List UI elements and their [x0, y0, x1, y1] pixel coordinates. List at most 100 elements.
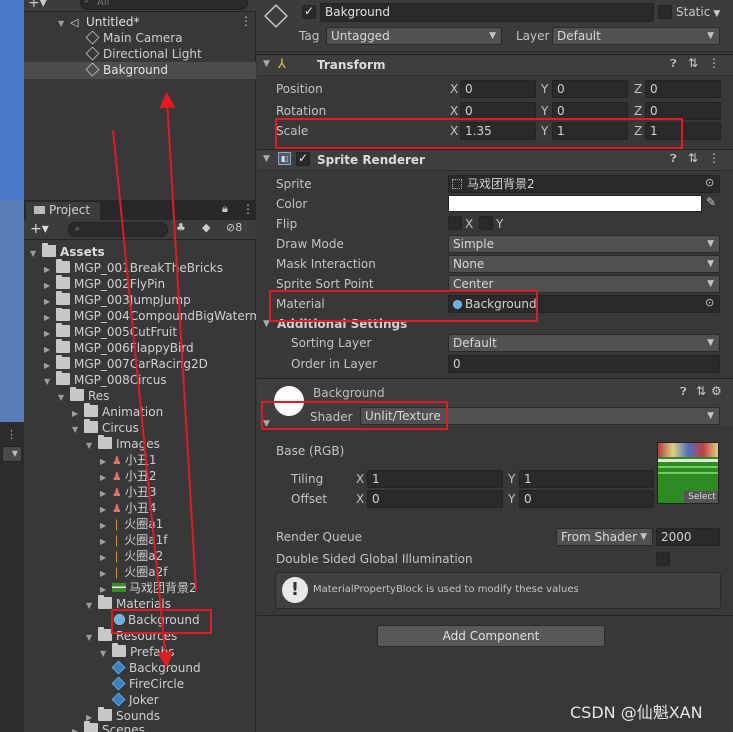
- position-x-field[interactable]: 0: [460, 80, 536, 98]
- object-picker-icon[interactable]: ⊙: [705, 176, 714, 189]
- sprite-sort-point-dropdown[interactable]: Center ▼: [448, 275, 720, 293]
- folder-row[interactable]: ▶ MGP_003JumpJump: [44, 291, 191, 308]
- material-object-field[interactable]: Background: [448, 295, 720, 313]
- image-asset-row[interactable]: ▶ ❘ 火圈a2: [100, 548, 163, 564]
- image-asset-row[interactable]: ▶ 马戏团背景2: [100, 580, 197, 596]
- folder-row[interactable]: ▶ MGP_005CutFruit: [44, 323, 177, 340]
- static-checkbox[interactable]: [658, 5, 672, 19]
- scene-menu-icon[interactable]: ⋮: [240, 14, 252, 28]
- folder-row[interactable]: ▶ Animation: [72, 403, 163, 420]
- preset-icon[interactable]: ⇅: [688, 151, 698, 165]
- prefab-asset-row[interactable]: Joker: [111, 692, 159, 708]
- flip-x-checkbox[interactable]: [448, 216, 462, 230]
- folder-row[interactable]: ▼ Circus: [72, 419, 139, 436]
- preset-icon[interactable]: ⇅: [688, 56, 698, 70]
- mask-interaction-dropdown[interactable]: None ▼: [448, 255, 720, 273]
- additional-settings-foldout[interactable]: Additional Settings: [277, 316, 407, 332]
- folder-row[interactable]: ▼ Resources: [86, 627, 177, 644]
- project-tab[interactable]: Project: [26, 202, 100, 220]
- scale-z-field[interactable]: 1: [645, 122, 721, 140]
- object-name-field[interactable]: Bakground: [320, 3, 654, 22]
- gear-icon[interactable]: ⚙: [711, 384, 722, 398]
- object-picker-icon[interactable]: ⊙: [705, 296, 714, 309]
- image-asset-row[interactable]: ▶ ❘ 火圈a1: [100, 516, 163, 532]
- project-search-input[interactable]: ⌕: [68, 222, 168, 237]
- expand-down-icon: ▼: [100, 649, 107, 658]
- component-menu-icon[interactable]: ⋮: [708, 56, 720, 70]
- texture-select-button[interactable]: Select: [684, 491, 718, 503]
- layer-dropdown[interactable]: Default ▼: [552, 27, 720, 45]
- image-asset-row[interactable]: ▶ ♟ 小丑4: [100, 500, 157, 516]
- filter-label-icon[interactable]: ◆: [202, 221, 210, 234]
- sprite-renderer-enabled-checkbox[interactable]: [296, 151, 310, 166]
- base-texture-thumbnail[interactable]: Select: [657, 442, 719, 504]
- hidden-packages-icon[interactable]: ⊘8: [226, 221, 242, 234]
- console-dropdown[interactable]: ▼: [2, 446, 22, 462]
- prefab-asset-row[interactable]: FireCircle: [111, 676, 184, 692]
- assets-root[interactable]: ▼ Assets: [30, 243, 105, 260]
- position-y-field[interactable]: 0: [552, 80, 628, 98]
- project-add-button[interactable]: +▾: [30, 220, 49, 238]
- image-asset-row[interactable]: ▶ ♟ 小丑3: [100, 484, 157, 500]
- double-sided-gi-checkbox[interactable]: [656, 552, 670, 566]
- rotation-x-field[interactable]: 0: [460, 102, 536, 120]
- rotation-y-field[interactable]: 0: [552, 102, 628, 120]
- scene-root-row[interactable]: ▼ ◁ Untitled*: [58, 14, 256, 30]
- folder-row[interactable]: ▼ MGP_008Circus: [44, 371, 167, 388]
- image-asset-row[interactable]: ▶ ♟ 小丑2: [100, 468, 157, 484]
- offset-y-field[interactable]: 0: [519, 490, 654, 508]
- folder-row[interactable]: ▶ MGP_002FlyPin: [44, 275, 165, 292]
- active-checkbox[interactable]: [302, 4, 316, 19]
- material-asset-row[interactable]: Background: [114, 612, 200, 628]
- help-icon[interactable]: ❓︎: [670, 57, 677, 71]
- offset-x-field[interactable]: 0: [367, 490, 503, 508]
- color-swatch[interactable]: [448, 195, 702, 212]
- field-value: 1: [557, 124, 565, 138]
- x-axis-label: X: [450, 124, 459, 138]
- console-menu-icon[interactable]: ⋮: [6, 428, 17, 441]
- render-queue-dropdown[interactable]: From Shader ▼: [556, 528, 653, 546]
- folder-row[interactable]: ▼ Prefabs: [100, 643, 175, 660]
- eyedropper-icon[interactable]: ✎: [706, 195, 716, 209]
- lock-icon[interactable]: 🔒︎: [222, 202, 228, 216]
- folder-row[interactable]: ▼ Res: [58, 387, 109, 404]
- folder-row[interactable]: ▶ MGP_001BreakTheBricks: [44, 259, 223, 276]
- filter-type-icon[interactable]: ♣: [176, 221, 186, 234]
- help-icon[interactable]: ❓︎: [680, 385, 687, 399]
- tiling-y-field[interactable]: 1: [519, 470, 654, 488]
- scale-y-field[interactable]: 1: [552, 122, 628, 140]
- flip-y-checkbox[interactable]: [479, 216, 493, 230]
- hierarchy-item-main-camera[interactable]: Main Camera: [85, 30, 183, 46]
- tag-dropdown[interactable]: Untagged ▼: [326, 27, 502, 45]
- shader-dropdown[interactable]: Unlit/Texture ▼: [360, 407, 720, 425]
- folder-row[interactable]: ▶ Scenes: [72, 721, 145, 732]
- image-asset-row[interactable]: ▶ ♟ 小丑1: [100, 452, 157, 468]
- position-z-field[interactable]: 0: [645, 80, 721, 98]
- sprite-object-field[interactable]: 马戏团背景2: [448, 175, 720, 193]
- help-icon[interactable]: ❓︎: [670, 152, 677, 166]
- hierarchy-item-directional-light[interactable]: Directional Light: [85, 46, 202, 62]
- image-asset-row[interactable]: ▶ ❘ 火圈a1f: [100, 532, 167, 548]
- folder-row[interactable]: ▶ MGP_007CarRacing2D: [44, 355, 208, 372]
- folder-row[interactable]: ▼ Materials: [86, 595, 171, 612]
- project-menu-icon[interactable]: ⋮: [242, 202, 254, 216]
- folder-row[interactable]: ▶ MGP_006FlappyBird: [44, 339, 194, 356]
- scale-x-field[interactable]: 1.35: [460, 122, 536, 140]
- render-queue-field[interactable]: 2000: [656, 528, 720, 546]
- hierarchy-search-input[interactable]: All: [80, 0, 248, 10]
- folder-row[interactable]: ▼ Images: [86, 435, 160, 452]
- order-in-layer-field[interactable]: 0: [448, 355, 720, 373]
- folder-row[interactable]: ▶ MGP_004CompoundBigWatermelon: [44, 308, 256, 324]
- component-menu-icon[interactable]: ⋮: [708, 151, 720, 165]
- hierarchy-item-bakground[interactable]: Bakground: [85, 62, 168, 78]
- rotation-z-field[interactable]: 0: [645, 102, 721, 120]
- sorting-layer-dropdown[interactable]: Default ▼: [448, 334, 720, 352]
- image-asset-row[interactable]: ▶ ❘ 火圈a2f: [100, 564, 167, 580]
- tiling-x-field[interactable]: 1: [367, 470, 503, 488]
- prefab-asset-row[interactable]: Background: [111, 660, 201, 676]
- static-dropdown[interactable]: Static ▼: [676, 4, 720, 22]
- hierarchy-add-button[interactable]: +▾: [28, 0, 47, 10]
- add-component-button[interactable]: Add Component: [377, 625, 605, 647]
- preset-icon[interactable]: ⇅: [696, 384, 706, 398]
- draw-mode-dropdown[interactable]: Simple ▼: [448, 235, 720, 253]
